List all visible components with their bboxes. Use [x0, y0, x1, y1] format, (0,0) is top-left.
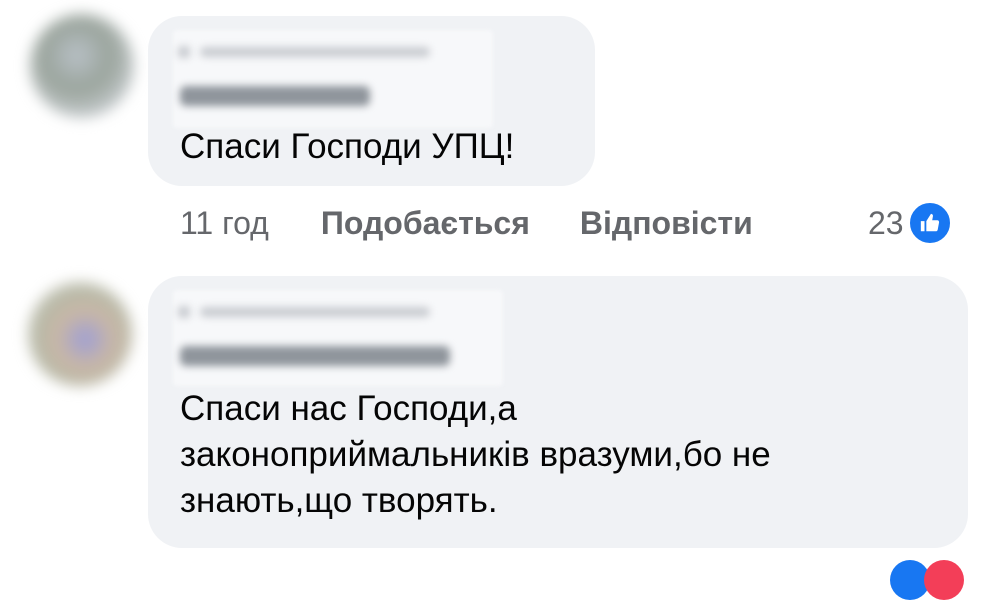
comment-text: Спаси нас Господи,а законоприймальників …	[180, 389, 771, 520]
comment-text: Спаси Господи УПЦ!	[180, 127, 515, 166]
blurred-author-badge	[200, 47, 430, 57]
blurred-author-badge	[200, 307, 430, 317]
comment-timestamp[interactable]: 11 год	[180, 205, 269, 242]
comment-actions: 11 год Подобається Відповісти	[180, 200, 753, 246]
reaction-summary[interactable]: 23	[868, 200, 952, 246]
blurred-author-area	[173, 30, 493, 128]
like-icon	[907, 201, 952, 245]
commenter-avatar[interactable]	[30, 14, 134, 118]
blurred-badge-icon	[178, 306, 190, 318]
reply-button[interactable]: Відповісти	[580, 205, 753, 242]
blurred-author-name[interactable]	[180, 346, 450, 366]
comment-bubble: Спаси нас Господи,а законоприймальників …	[148, 276, 968, 548]
comment-bubble: Спаси Господи УПЦ!	[148, 16, 595, 186]
love-icon	[924, 560, 964, 600]
reaction-summary[interactable]	[880, 560, 970, 600]
blurred-badge-icon	[178, 46, 190, 58]
reaction-count: 23	[868, 204, 904, 241]
blurred-author-name[interactable]	[180, 86, 370, 106]
commenter-avatar[interactable]	[28, 282, 132, 386]
like-button[interactable]: Подобається	[321, 205, 530, 242]
blurred-author-area	[173, 290, 503, 386]
